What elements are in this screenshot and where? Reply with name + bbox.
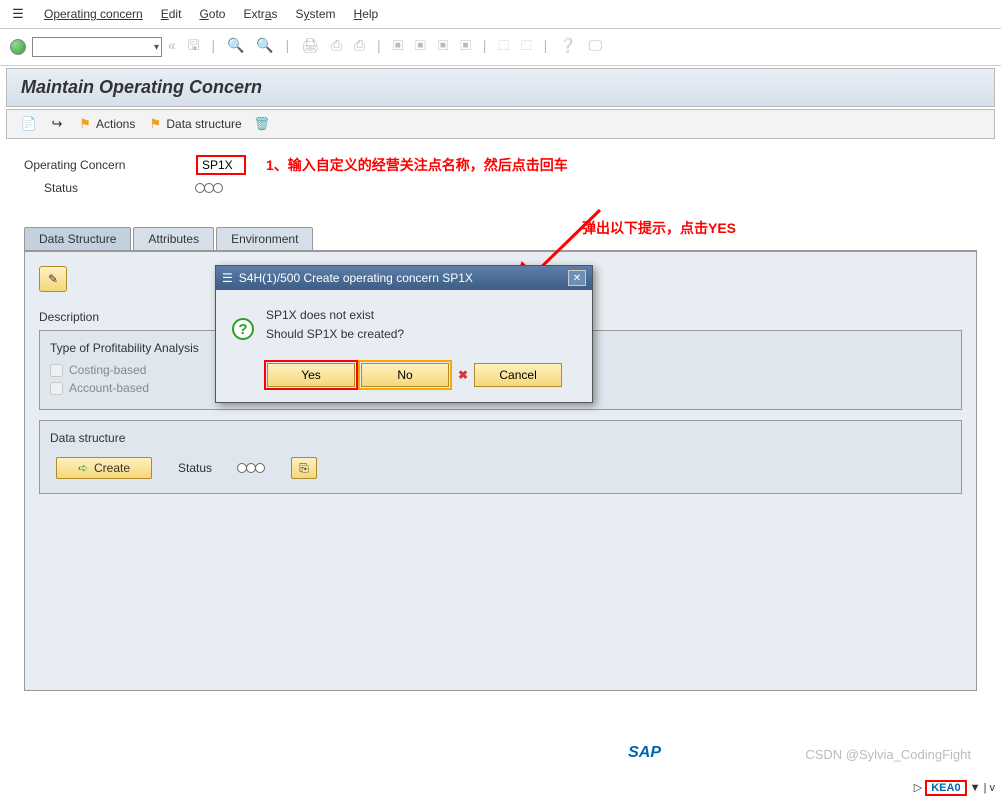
data-structure-button[interactable]: ⚑Data structure — [147, 116, 241, 132]
annotation-1: 1、输入自定义的经营关注点名称，然后点击回车 — [266, 155, 568, 175]
menu-goto[interactable]: Goto — [199, 7, 225, 21]
header-form: Operating Concern 1、输入自定义的经营关注点名称，然后点击回车… — [0, 149, 1001, 207]
question-icon: ? — [232, 318, 254, 340]
application-toolbar: 📄 ↪ ⚑Actions ⚑Data structure 🗑 — [6, 109, 995, 139]
data-structure-group-title: Data structure — [50, 431, 951, 445]
dialog-cancel-button[interactable]: Cancel — [474, 363, 562, 387]
wizard-button[interactable]: ✎ — [39, 266, 67, 292]
sap-logo: SAP — [628, 744, 661, 762]
tab-environment[interactable]: Environment — [216, 227, 313, 250]
watermark: CSDN @Sylvia_CodingFight — [805, 747, 971, 762]
status-label: Status — [44, 181, 184, 195]
dialog-yes-button[interactable]: Yes — [267, 363, 355, 387]
menu-operating-concern[interactable]: Operating concern — [44, 7, 143, 21]
data-structure-group: Data structure ➪Create Status ⎘ — [39, 420, 962, 494]
tabstrip: Data Structure Attributes Environment — [24, 227, 977, 251]
system-toolbar: « 🖫 | 🔍 🔍 | 🖨 ⎙ ⎙ | ▣ ▣ ▣ ▣ | ⬚ ⬚ | ❔ 🖵 — [0, 29, 1001, 66]
menu-help[interactable]: Help — [354, 7, 379, 21]
dialog-close-button[interactable]: ✕ — [568, 270, 586, 286]
ds-status-traffic-light — [238, 463, 265, 473]
toolbar-disabled-icons: « 🖫 | 🔍 🔍 | 🖨 ⎙ ⎙ | ▣ ▣ ▣ ▣ | ⬚ ⬚ | ❔ 🖵 — [168, 35, 606, 59]
dialog-title: S4H(1)/500 Create operating concern SP1X — [239, 271, 473, 285]
create-concern-dialog: ☰ S4H(1)/500 Create operating concern SP… — [215, 265, 593, 403]
menu-icon[interactable]: ☰ — [10, 6, 26, 22]
new-button[interactable]: 📄 — [21, 116, 37, 132]
tab-attributes[interactable]: Attributes — [133, 227, 214, 250]
dialog-no-button[interactable]: No — [361, 363, 449, 387]
ds-status-label: Status — [178, 461, 212, 475]
menu-edit[interactable]: Edit — [161, 7, 182, 21]
cancel-x-icon: ✖ — [458, 368, 468, 382]
dialog-titlebar: ☰ S4H(1)/500 Create operating concern SP… — [216, 266, 592, 290]
page-title: Maintain Operating Concern — [6, 68, 995, 107]
dialog-line2: Should SP1X be created? — [266, 325, 404, 344]
operating-concern-input[interactable] — [196, 155, 246, 175]
tab-data-structure[interactable]: Data Structure — [24, 227, 131, 250]
annotation-2: 弹出以下提示，点击YES — [582, 218, 736, 238]
status-traffic-light — [196, 183, 223, 193]
delete-button[interactable]: 🗑 — [254, 116, 270, 132]
navigate-button[interactable]: ⎘ — [291, 457, 317, 479]
menu-bar: ☰ Operating concern Edit Goto Extras Sys… — [0, 0, 1001, 29]
tcode-field: KEA0 — [925, 780, 966, 796]
command-field[interactable] — [32, 37, 162, 57]
create-button[interactable]: ➪Create — [56, 457, 152, 479]
operating-concern-label: Operating Concern — [24, 158, 184, 172]
other-button[interactable]: ↪ — [49, 116, 65, 132]
dialog-sap-icon: ☰ — [222, 271, 233, 285]
dialog-line1: SP1X does not exist — [266, 306, 404, 325]
actions-button[interactable]: ⚑Actions — [77, 116, 135, 132]
enter-button[interactable] — [10, 39, 26, 55]
status-bar: ▷ KEA0 ▼ | v — [914, 780, 995, 796]
menu-extras[interactable]: Extras — [243, 7, 277, 21]
menu-system[interactable]: System — [296, 7, 336, 21]
